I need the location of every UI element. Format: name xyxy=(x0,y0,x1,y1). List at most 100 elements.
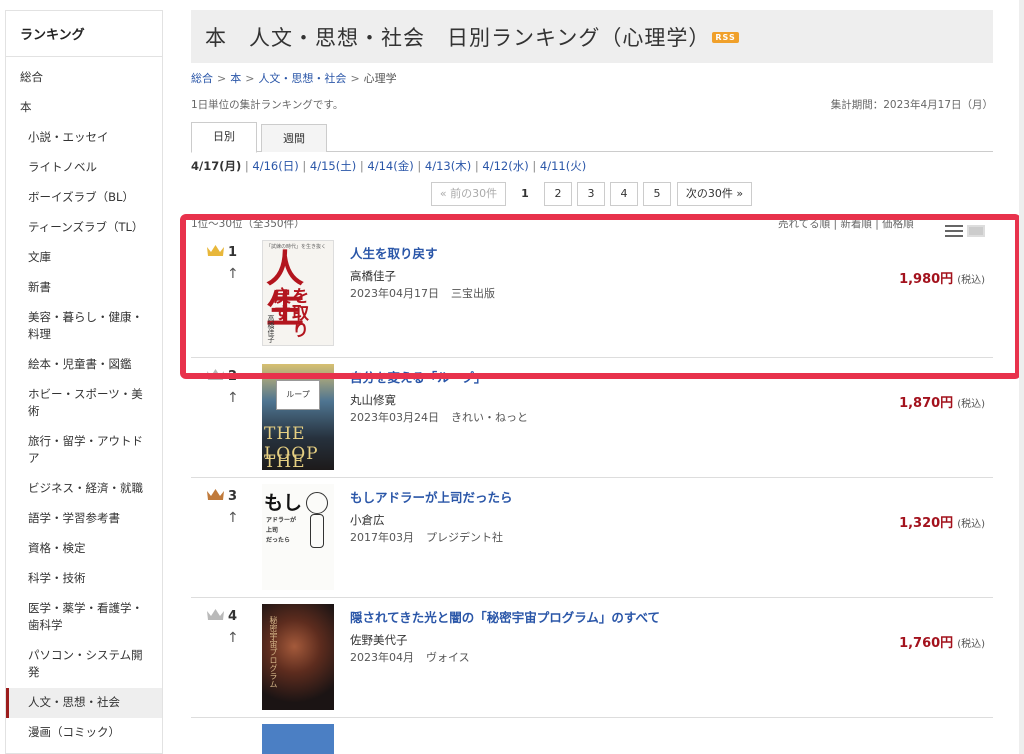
sidebar-item[interactable]: 人文・思想・社会 xyxy=(6,688,162,718)
cover-illustration-head xyxy=(306,492,328,514)
sidebar-item[interactable]: 旅行・留学・アウトドア xyxy=(6,427,162,474)
tab-weekly[interactable]: 週間 xyxy=(261,124,327,152)
page-title-banner: 本 人文・思想・社会 日別ランキング（心理学） RSS xyxy=(191,10,993,63)
category-sidebar: ランキング 総合本小説・エッセイ ライトノベル ボーイズラブ（BL） ティーンズラブ（… xyxy=(5,10,163,754)
rank-up-arrow-icon: ↑ xyxy=(227,390,239,406)
rank-label: 3 xyxy=(206,488,237,504)
cover-title-main: もし xyxy=(264,492,303,514)
book-author[interactable]: 佐野美代子 xyxy=(350,632,408,648)
book-meta: 2023年04月 ヴォイス xyxy=(350,649,482,665)
ranking-item: 4 ↑ 秘密宇宙プログラム 隠されてきた光と闇の「秘密宇宙プログラム」のすべて … xyxy=(191,598,993,718)
breadcrumb-link-humanities[interactable]: 人文・思想・社会 xyxy=(258,72,346,85)
book-cover[interactable]: 秘密宇宙プログラム xyxy=(262,604,334,710)
page-2-button[interactable]: 2 xyxy=(544,182,572,206)
sidebar-item[interactable]: 資格・検定 xyxy=(6,534,162,564)
date-link[interactable]: 4/14(金) xyxy=(367,159,413,173)
sidebar-item[interactable]: 文庫 xyxy=(6,243,162,273)
price-value: 1,870円 xyxy=(899,396,954,411)
sidebar-item[interactable]: ティーンズラブ（TL） xyxy=(6,213,162,243)
publish-date: 2023年04月 xyxy=(350,651,414,664)
sidebar-item[interactable]: ライトノベル xyxy=(6,153,162,183)
ranking-tabs: 日別 週間 xyxy=(191,122,993,153)
crown-icon xyxy=(207,609,224,620)
breadcrumb-current: 心理学 xyxy=(363,72,397,85)
sidebar-item[interactable]: 絵本・児童書・図鑑 xyxy=(6,350,162,380)
book-author[interactable]: 小倉広 xyxy=(350,512,385,528)
sidebar-item[interactable]: 本 xyxy=(6,93,162,123)
book-price: 1,760円 (税込) xyxy=(899,632,985,651)
date-separator: | xyxy=(528,159,540,173)
date-link[interactable]: 4/12(水) xyxy=(482,159,528,173)
tab-daily[interactable]: 日別 xyxy=(191,122,257,153)
publisher: きれい・ねっと xyxy=(451,411,528,424)
breadcrumb-separator: > xyxy=(245,72,255,85)
sidebar-item[interactable]: ボーイズラブ（BL） xyxy=(6,183,162,213)
date-link[interactable]: 4/15(土) xyxy=(310,159,356,173)
page-5-button[interactable]: 5 xyxy=(643,182,671,206)
date-link[interactable]: 4/11(火) xyxy=(540,159,586,173)
book-price: 1,320円 (税込) xyxy=(899,512,985,531)
sidebar-item[interactable]: 科学・技術 xyxy=(6,564,162,594)
tax-note: (税込) xyxy=(957,639,985,650)
page-title: 本 人文・思想・社会 日別ランキング（心理学） RSS xyxy=(205,22,739,52)
rank-number: 3 xyxy=(228,489,238,504)
sidebar-item[interactable]: 語学・学習参考書 xyxy=(6,504,162,534)
book-cover[interactable]: もし アドラーが 上司 だったら xyxy=(262,484,334,590)
publisher: ヴォイス xyxy=(426,651,470,664)
date-link[interactable]: 4/13(木) xyxy=(425,159,471,173)
book-meta: 2017年03月 プレジデント社 xyxy=(350,529,515,545)
aggregation-note: 1日単位の集計ランキングです。 xyxy=(191,99,344,111)
page-current: 1 xyxy=(513,182,537,206)
price-value: 1,320円 xyxy=(899,516,954,531)
date-current: 4/17(月) xyxy=(191,159,242,173)
scrollbar-track[interactable] xyxy=(1019,0,1024,754)
rank-label: 4 xyxy=(206,608,237,624)
publish-date: 2023年03月24日 xyxy=(350,411,439,424)
breadcrumb-separator: > xyxy=(350,72,360,85)
cover-illustration-body xyxy=(310,514,324,548)
price-value: 1,760円 xyxy=(899,636,954,651)
rank-up-arrow-icon: ↑ xyxy=(227,630,239,646)
book-title-link[interactable]: もしアドラーが上司だったら xyxy=(350,487,513,506)
sidebar-item[interactable]: 漫画（コミック） xyxy=(6,718,162,748)
ranking-item-partial xyxy=(191,718,993,754)
book-meta: 2023年03月24日 きれい・ねっと xyxy=(350,409,540,425)
sidebar-item[interactable]: ビジネス・経済・就職 xyxy=(6,474,162,504)
book-cover[interactable] xyxy=(262,724,334,754)
publish-date: 2017年03月 xyxy=(350,531,414,544)
ranking-item: 3 ↑ もし アドラーが 上司 だったら もしアドラーが上司だったら 小倉広 201… xyxy=(191,478,993,598)
sidebar-item[interactable]: 小説・エッセイ xyxy=(6,123,162,153)
cover-title-sub: アドラーが 上司 だったら xyxy=(266,516,296,546)
book-title-link[interactable]: 隠されてきた光と闇の「秘密宇宙プログラム」のすべて xyxy=(350,607,660,626)
breadcrumb-link-book[interactable]: 本 xyxy=(230,72,241,85)
breadcrumb-link-total[interactable]: 総合 xyxy=(191,72,213,85)
sidebar-item[interactable]: 医学・薬学・看護学・歯科学 xyxy=(6,594,162,641)
cover-title-box: ループ xyxy=(276,380,320,410)
cover-sub-line: アドラーが xyxy=(266,517,297,524)
sidebar-item[interactable]: 美容・暮らし・健康・料理 xyxy=(6,303,162,350)
next-page-button[interactable]: 次の30件 » xyxy=(677,182,752,206)
publisher: プレジデント社 xyxy=(426,531,503,544)
crown-shape xyxy=(207,489,224,500)
sidebar-item[interactable]: 総合 xyxy=(6,63,162,93)
book-author[interactable]: 丸山修寛 xyxy=(350,392,396,408)
tax-note: (税込) xyxy=(957,399,985,410)
rss-badge[interactable]: RSS xyxy=(712,31,739,43)
cover-sub-line: だったら xyxy=(266,537,291,544)
sidebar-item[interactable]: 新書 xyxy=(6,273,162,303)
breadcrumb-separator: > xyxy=(217,72,227,85)
date-separator: | xyxy=(298,159,310,173)
date-link[interactable]: 4/16(日) xyxy=(252,159,298,173)
page-3-button[interactable]: 3 xyxy=(577,182,605,206)
breadcrumb: 総合 > 本 > 人文・思想・社会 > 心理学 xyxy=(191,70,397,86)
page-4-button[interactable]: 4 xyxy=(610,182,638,206)
sidebar-item[interactable]: ホビー・スポーツ・美術 xyxy=(6,380,162,427)
prev-page-button: « 前の30件 xyxy=(431,182,506,206)
sidebar-item[interactable]: パソコン・システム開発 xyxy=(6,641,162,688)
date-separator: | xyxy=(413,159,425,173)
crown-shape xyxy=(207,609,224,620)
tax-note: (税込) xyxy=(957,519,985,530)
book-price: 1,870円 (税込) xyxy=(899,392,985,411)
book-cover[interactable]: ループ THE LOOP THE LOOP xyxy=(262,364,334,470)
date-separator: | xyxy=(471,159,483,173)
